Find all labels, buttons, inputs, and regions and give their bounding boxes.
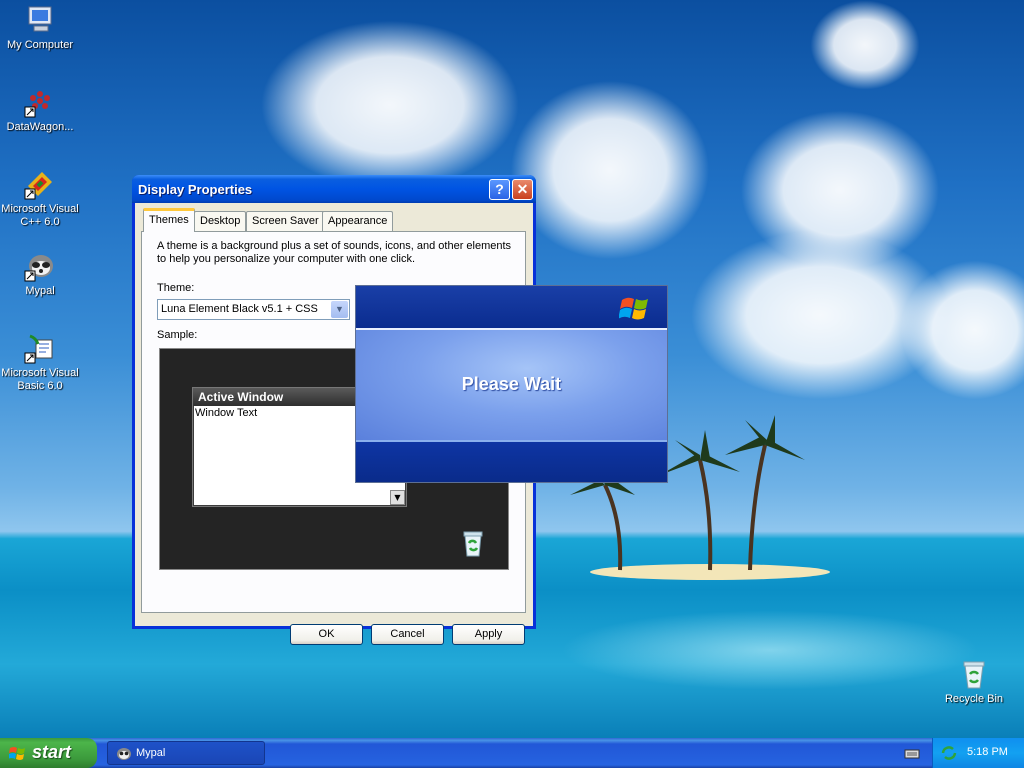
windows-flag-icon: [8, 745, 26, 761]
mypal-icon: [24, 250, 56, 282]
desktop-icon-recycle-bin[interactable]: Recycle Bin: [934, 658, 1014, 706]
cloud-decoration: [510, 80, 710, 260]
network-icon[interactable]: [941, 745, 957, 761]
tab-themes[interactable]: Themes: [143, 208, 195, 232]
ok-button[interactable]: OK: [290, 624, 363, 645]
cloud-decoration: [810, 0, 920, 90]
help-icon: ?: [495, 181, 504, 197]
chevron-down-icon[interactable]: ▼: [331, 301, 348, 318]
please-wait-header: [356, 286, 667, 328]
please-wait-dialog: Please Wait: [355, 285, 668, 483]
my-computer-icon: [24, 4, 56, 36]
system-tray: 5:18 PM: [932, 738, 1024, 768]
title-bar[interactable]: Display Properties ? ✕: [132, 175, 536, 203]
desktop-icon-my-computer[interactable]: My Computer: [0, 4, 80, 52]
desktop-icon-mypal[interactable]: Mypal: [0, 250, 80, 298]
sample-label: Sample:: [157, 329, 198, 341]
apply-button[interactable]: Apply: [452, 624, 525, 645]
desktop: My Computer DataWagon... Microsoft Visua…: [0, 0, 1024, 738]
start-button[interactable]: start: [0, 738, 97, 768]
keyboard-icon[interactable]: [904, 745, 920, 761]
clock[interactable]: 5:18 PM: [967, 746, 1008, 758]
desktop-icon-visual-basic[interactable]: Microsoft Visual Basic 6.0: [0, 332, 80, 393]
sample-recycle-bin-icon: [460, 529, 486, 557]
mypal-icon: [116, 746, 132, 762]
cancel-button[interactable]: Cancel: [371, 624, 444, 645]
please-wait-text: Please Wait: [461, 374, 562, 394]
taskbar-item-label: Mypal: [136, 747, 166, 759]
close-icon: ✕: [516, 181, 529, 197]
windows-logo-icon: [618, 294, 651, 322]
please-wait-footer: [356, 442, 667, 482]
sample-window-text: Window Text: [195, 407, 258, 419]
theme-select-value: Luna Element Black v5.1 + CSS: [161, 303, 318, 315]
tab-desktop[interactable]: Desktop: [194, 211, 247, 231]
desktop-icon-visual-cpp[interactable]: Microsoft Visual C++ 6.0: [0, 168, 80, 229]
desktop-icon-datawagon[interactable]: DataWagon...: [0, 86, 80, 134]
visual-basic-icon: [24, 332, 56, 364]
theme-label: Theme:: [157, 282, 195, 294]
taskbar: start Mypal 5:18 PM: [0, 738, 1024, 768]
help-button[interactable]: ?: [489, 179, 510, 200]
tab-screen-saver[interactable]: Screen Saver: [246, 211, 325, 231]
tab-appearance[interactable]: Appearance: [322, 211, 394, 231]
recycle-bin-icon: [958, 658, 990, 690]
window-title: Display Properties: [138, 182, 253, 197]
start-label: start: [32, 742, 72, 762]
sample-scroll-arrow-icon: ▼: [390, 490, 405, 505]
sea-decoration: [560, 610, 980, 690]
please-wait-body: Please Wait: [356, 328, 667, 442]
cloud-decoration: [260, 20, 520, 190]
close-button[interactable]: ✕: [512, 179, 533, 200]
taskbar-item-mypal[interactable]: Mypal: [107, 741, 265, 765]
visual-cpp-icon: [24, 168, 56, 200]
theme-select[interactable]: Luna Element Black v5.1 + CSS ▼: [157, 299, 350, 320]
themes-description: A theme is a background plus a set of so…: [157, 240, 512, 265]
datawagon-icon: [24, 86, 56, 118]
